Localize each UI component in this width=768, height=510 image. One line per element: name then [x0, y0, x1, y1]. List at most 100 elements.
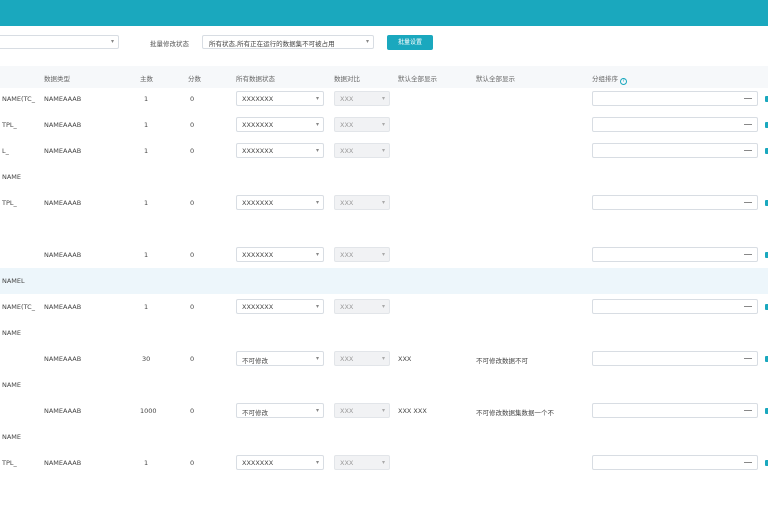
compare-select-value: XXX: [340, 407, 354, 415]
column-header: 分数: [188, 75, 201, 83]
status-select-value: XXXXXXX: [242, 121, 274, 129]
sort-select[interactable]: [592, 143, 758, 158]
status-select[interactable]: XXXXXXX ▾: [236, 247, 324, 262]
table-header: 数据类型 主数 分数 所有数据状态 数据对比 默认全部显示 默认全部显示 分组排…: [0, 66, 768, 88]
table-row: NAMEAAAB 30 0 不可修改 ▾ XXX ▾ XXX 不可修改数据不可: [0, 348, 768, 370]
sort-select[interactable]: [592, 299, 758, 314]
row-sub: 0: [190, 355, 195, 363]
group-row: NAME: [0, 164, 768, 190]
status-select[interactable]: XXXXXXX ▾: [236, 195, 324, 210]
sort-select[interactable]: [592, 351, 758, 366]
table-row: NAME(TC_ NAMEAAAB 1 0 XXXXXXX ▾ XXX ▾: [0, 296, 768, 318]
dash-icon: [744, 124, 752, 125]
row-type: NAMEAAAB: [44, 199, 82, 207]
dash-icon: [744, 150, 752, 151]
status-select[interactable]: XXXXXXX ▾: [236, 117, 324, 132]
dash-icon: [744, 410, 752, 411]
group-row: NAME: [0, 424, 768, 450]
compare-select: XXX ▾: [334, 403, 390, 418]
compare-select: XXX ▾: [334, 299, 390, 314]
sort-select[interactable]: [592, 455, 758, 470]
status-select[interactable]: XXXXXXX ▾: [236, 455, 324, 470]
status-select-value: 不可修改: [242, 409, 268, 417]
compare-select-value: XXX: [340, 147, 354, 155]
compare-select: XXX ▾: [334, 195, 390, 210]
sort-select[interactable]: [592, 91, 758, 106]
dash-icon: [744, 306, 752, 307]
chevron-down-icon: ▾: [315, 199, 319, 206]
row-main: 1: [144, 121, 149, 129]
row-main: 1: [144, 303, 149, 311]
chevron-down-icon: ▾: [315, 251, 319, 258]
group-label: NAME: [2, 173, 22, 181]
chevron-down-icon: ▾: [315, 407, 319, 414]
row-sub: 0: [190, 407, 195, 415]
chevron-down-icon: ▾: [381, 459, 385, 466]
compare-select-value: XXX: [340, 303, 354, 311]
row-sub: 0: [190, 95, 195, 103]
column-header-sort: 分组排序?: [592, 73, 627, 85]
group-row: [0, 216, 768, 242]
row-name: NAME(TC_: [2, 303, 35, 311]
chevron-down-icon: ▾: [381, 355, 385, 362]
row-main: 1: [144, 95, 149, 103]
group-label: NAME: [2, 329, 22, 337]
chevron-down-icon: ▾: [381, 407, 385, 414]
batch-set-button[interactable]: 批量设置: [387, 35, 433, 50]
dash-icon: [744, 462, 752, 463]
row-main: 1: [144, 459, 149, 467]
chevron-down-icon: ▾: [315, 355, 319, 362]
column-header: 主数: [140, 75, 153, 83]
question-circle-icon[interactable]: ?: [620, 78, 627, 85]
filter-select[interactable]: ▾: [0, 35, 119, 49]
row-name: TPL_: [2, 459, 17, 467]
row-type: NAMEAAAB: [44, 303, 82, 311]
row-display-2: 不可修改数据集数据一个不: [476, 409, 554, 417]
compare-select: XXX ▾: [334, 351, 390, 366]
status-select[interactable]: XXXXXXX ▾: [236, 143, 324, 158]
status-select[interactable]: XXXXXXX ▾: [236, 299, 324, 314]
group-row-highlighted: NAMEL: [0, 268, 768, 294]
sort-select[interactable]: [592, 117, 758, 132]
group-row: NAME: [0, 372, 768, 398]
column-header: 数据类型: [44, 75, 70, 83]
compare-select: XXX ▾: [334, 91, 390, 106]
toolbar: ▾ 批量修改状态 所有状态,所有正在运行的数据集不可被占用 ▾ 批量设置: [0, 26, 768, 58]
table-row: TPL_ NAMEAAAB 1 0 XXXXXXX ▾ XXX ▾: [0, 114, 768, 136]
row-sub: 0: [190, 251, 195, 259]
chevron-down-icon: ▾: [381, 251, 385, 258]
status-select-value: 不可修改: [242, 357, 268, 365]
status-select[interactable]: 不可修改 ▾: [236, 403, 324, 418]
status-select[interactable]: XXXXXXX ▾: [236, 91, 324, 106]
chevron-down-icon: ▾: [381, 121, 385, 128]
row-name: L_: [2, 147, 9, 155]
sort-select[interactable]: [592, 195, 758, 210]
row-main: 1: [144, 199, 149, 207]
row-type: NAMEAAAB: [44, 355, 82, 363]
group-label: NAMEL: [2, 277, 25, 285]
row-sub: 0: [190, 303, 195, 311]
chevron-down-icon: ▾: [315, 303, 319, 310]
row-type: NAMEAAAB: [44, 95, 82, 103]
row-sub: 0: [190, 199, 195, 207]
sort-select[interactable]: [592, 403, 758, 418]
row-type: NAMEAAAB: [44, 459, 82, 467]
sort-select[interactable]: [592, 247, 758, 262]
compare-select: XXX ▾: [334, 143, 390, 158]
dash-icon: [744, 202, 752, 203]
chevron-down-icon: ▾: [381, 147, 385, 154]
row-main: 30: [142, 355, 151, 363]
compare-select-value: XXX: [340, 459, 354, 467]
chevron-down-icon: ▾: [110, 38, 114, 45]
compare-select: XXX ▾: [334, 247, 390, 262]
row-name: TPL_: [2, 121, 17, 129]
chevron-down-icon: ▾: [365, 38, 369, 45]
compare-select-value: XXX: [340, 355, 354, 363]
dash-icon: [744, 254, 752, 255]
table-row: NAMEAAAB 1 0 XXXXXXX ▾ XXX ▾: [0, 244, 768, 266]
row-type: NAMEAAAB: [44, 121, 82, 129]
status-select-value: XXXXXXX: [242, 303, 274, 311]
batch-status-select[interactable]: 所有状态,所有正在运行的数据集不可被占用 ▾: [202, 35, 374, 49]
chevron-down-icon: ▾: [381, 95, 385, 102]
status-select[interactable]: 不可修改 ▾: [236, 351, 324, 366]
